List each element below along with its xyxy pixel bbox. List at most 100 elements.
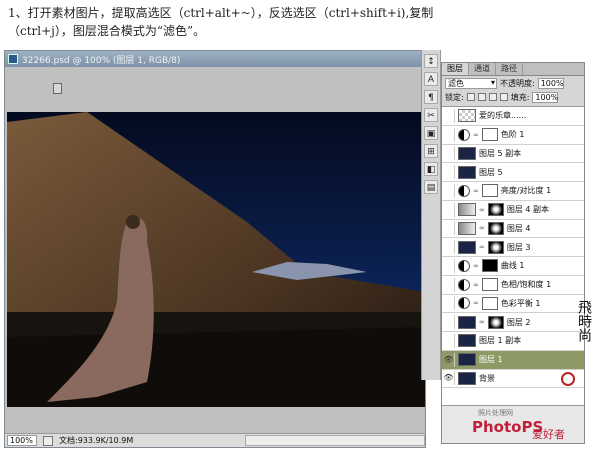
horizontal-scrollbar[interactable] bbox=[245, 435, 425, 446]
blend-mode-select[interactable]: 滤色 bbox=[445, 77, 497, 89]
layer-name: 图层 5 副本 bbox=[479, 148, 522, 158]
layer-mask-thumbnail[interactable] bbox=[487, 203, 504, 217]
adjustment-icon[interactable] bbox=[458, 297, 470, 310]
layer-thumbnail[interactable] bbox=[458, 371, 476, 385]
photo-canvas[interactable] bbox=[7, 112, 425, 407]
layer-thumbnail[interactable] bbox=[458, 334, 476, 348]
layer-mask-thumbnail[interactable] bbox=[487, 221, 504, 235]
layer-mask-thumbnail[interactable] bbox=[481, 296, 498, 310]
layer-thumbnail[interactable] bbox=[458, 353, 476, 367]
opacity-label: 不透明度: bbox=[500, 78, 535, 88]
layer-name: 色相/饱和度 1 bbox=[500, 280, 552, 290]
grid-icon[interactable]: ⊞ bbox=[424, 144, 438, 158]
layer-thumbnail[interactable] bbox=[458, 240, 476, 254]
layer-thumbnail[interactable] bbox=[458, 109, 476, 123]
document-title: 32266.psd @ 100% (图层 1, RGB/8) bbox=[22, 55, 181, 66]
lock-position-icon[interactable] bbox=[488, 93, 497, 101]
layer-mask-thumbnail[interactable] bbox=[481, 278, 498, 292]
layer-row[interactable]: ∞ 亮度/对比度 1 bbox=[442, 182, 584, 201]
watermark-site: 照片处理网 bbox=[478, 409, 513, 417]
type-tool-icon[interactable]: A bbox=[424, 72, 438, 86]
layer-row[interactable]: ∞ 图层 3 bbox=[442, 238, 584, 257]
layer-mask-thumbnail[interactable] bbox=[481, 184, 498, 198]
visibility-eye-icon[interactable] bbox=[443, 315, 455, 330]
layer-mask-thumbnail[interactable] bbox=[481, 259, 498, 273]
document-window[interactable]: 32266.psd @ 100% (图层 1, RGB/8) 100% 文档:9… bbox=[4, 50, 426, 448]
layer-name: 图层 1 bbox=[479, 355, 503, 365]
layer-row[interactable]: ∞ 图层 4 bbox=[442, 220, 584, 239]
layer-name: 图层 3 bbox=[506, 242, 531, 252]
visibility-eye-icon[interactable] bbox=[443, 240, 455, 255]
layer-row[interactable]: ∞ 图层 4 副本 bbox=[442, 201, 584, 220]
layer-name: 爱的乐章...... bbox=[479, 111, 527, 121]
layer-thumbnail[interactable] bbox=[458, 165, 476, 179]
layer-row[interactable]: 图层 5 bbox=[442, 163, 584, 182]
move-tool-icon[interactable]: ↕ bbox=[424, 54, 438, 68]
history-icon[interactable]: ▤ bbox=[424, 180, 438, 194]
tab-layers[interactable]: 图层 bbox=[442, 63, 469, 75]
layers-icon[interactable]: ▣ bbox=[424, 126, 438, 140]
visibility-eye-icon[interactable] bbox=[443, 333, 455, 348]
layer-mask-thumbnail[interactable] bbox=[487, 315, 504, 329]
paragraph-icon[interactable]: ¶ bbox=[424, 90, 438, 104]
canvas-area[interactable] bbox=[5, 67, 425, 433]
cursor-icon bbox=[53, 83, 62, 94]
visibility-eye-icon[interactable] bbox=[443, 277, 455, 292]
adjustment-icon[interactable] bbox=[458, 259, 470, 272]
red-stamp-icon bbox=[561, 372, 575, 386]
document-info-icon[interactable] bbox=[43, 435, 53, 446]
layer-thumbnail[interactable] bbox=[458, 146, 476, 160]
layer-mask-thumbnail[interactable] bbox=[487, 240, 504, 254]
layer-thumbnail[interactable] bbox=[458, 203, 476, 217]
visibility-eye-icon[interactable] bbox=[443, 258, 455, 273]
layer-row[interactable]: ∞ 曲线 1 bbox=[442, 257, 584, 276]
adjustment-icon[interactable] bbox=[458, 184, 470, 197]
panel-footer: 照片处理网 PhotoPS 爱好者 bbox=[442, 405, 584, 443]
layer-thumbnail[interactable] bbox=[458, 221, 476, 235]
fill-input[interactable]: 100% bbox=[532, 91, 559, 103]
link-chain-icon: ∞ bbox=[473, 261, 479, 270]
channels-icon[interactable]: ◧ bbox=[424, 162, 438, 176]
layer-name: 图层 4 副本 bbox=[506, 205, 550, 215]
visibility-eye-icon[interactable] bbox=[443, 108, 455, 123]
lock-paint-icon[interactable] bbox=[477, 93, 486, 101]
lock-all-icon[interactable] bbox=[499, 93, 508, 101]
adjustment-icon[interactable] bbox=[458, 128, 470, 141]
visibility-eye-icon[interactable] bbox=[443, 183, 455, 198]
adjustment-icon[interactable] bbox=[458, 278, 470, 291]
link-chain-icon: ∞ bbox=[473, 130, 479, 139]
layer-name: 色彩平衡 1 bbox=[500, 298, 541, 308]
document-titlebar[interactable]: 32266.psd @ 100% (图层 1, RGB/8) bbox=[5, 51, 425, 67]
zoom-field[interactable]: 100% bbox=[7, 435, 37, 446]
status-bar: 100% 文档:933.9K/10.9M bbox=[5, 433, 425, 447]
layer-name: 背景 bbox=[479, 373, 495, 383]
lock-fill-row: 锁定: 填充: 100% bbox=[442, 90, 584, 104]
link-chain-icon: ∞ bbox=[479, 318, 485, 327]
layer-name: 图层 1 副本 bbox=[479, 336, 522, 346]
visibility-eye-icon[interactable] bbox=[443, 296, 455, 311]
instruction-line-2: （ctrl+j），图层混合模式为“滤色”。 bbox=[8, 24, 206, 38]
layer-name: 色阶 1 bbox=[500, 130, 525, 140]
visibility-eye-icon[interactable] bbox=[443, 221, 455, 236]
lock-transparency-icon[interactable] bbox=[466, 93, 475, 101]
layer-row[interactable]: 爱的乐章...... bbox=[442, 107, 584, 126]
visibility-eye-icon[interactable] bbox=[443, 146, 455, 161]
layer-name: 曲线 1 bbox=[500, 261, 525, 271]
layer-mask-thumbnail[interactable] bbox=[481, 128, 498, 142]
opacity-input[interactable]: 100% bbox=[537, 77, 564, 89]
document-size: 文档:933.9K/10.9M bbox=[59, 436, 134, 445]
scissors-icon[interactable]: ✂ bbox=[424, 108, 438, 122]
link-chain-icon: ∞ bbox=[479, 224, 485, 233]
layer-thumbnail[interactable] bbox=[458, 315, 476, 329]
link-chain-icon: ∞ bbox=[473, 186, 479, 195]
visibility-eye-icon[interactable]: 👁 bbox=[443, 371, 455, 386]
layer-row[interactable]: 图层 5 副本 bbox=[442, 145, 584, 164]
tab-paths[interactable]: 路径 bbox=[496, 63, 523, 75]
visibility-eye-icon[interactable] bbox=[443, 165, 455, 180]
visibility-eye-icon[interactable] bbox=[443, 202, 455, 217]
visibility-eye-icon[interactable] bbox=[443, 127, 455, 142]
layer-row[interactable]: ∞ 色相/饱和度 1 bbox=[442, 276, 584, 295]
layer-row[interactable]: ∞ 色阶 1 bbox=[442, 126, 584, 145]
visibility-eye-icon[interactable]: 👁 bbox=[443, 352, 455, 367]
tab-channels[interactable]: 通道 bbox=[469, 63, 496, 75]
